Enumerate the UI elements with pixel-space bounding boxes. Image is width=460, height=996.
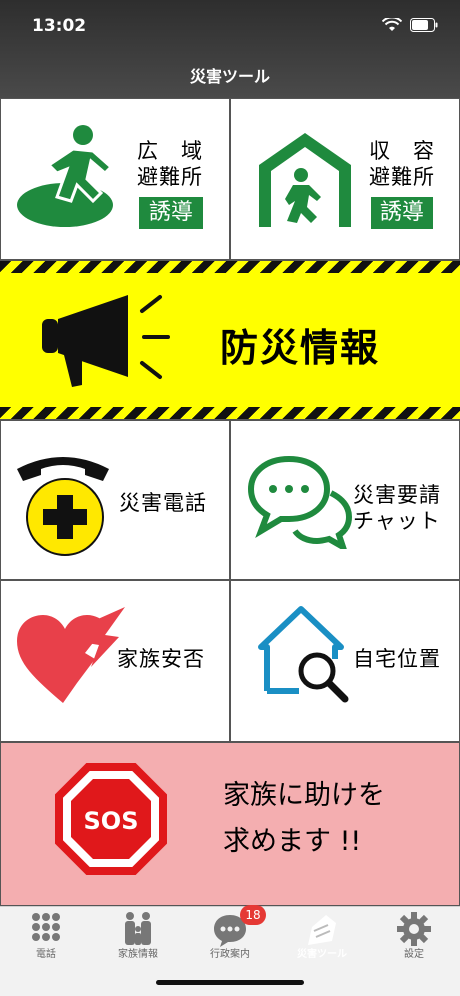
disaster-info-label: 防災情報 xyxy=(220,326,381,370)
wide-evacuation-tile[interactable]: 広 域 避難所 誘導 xyxy=(0,98,230,260)
home-location-tile[interactable]: 自宅位置 xyxy=(230,580,460,742)
disaster-phone-label: 災害電話 xyxy=(119,491,207,515)
hazard-stripe-top xyxy=(0,261,460,273)
rescue-chat-tile[interactable]: 災害要請 チャット xyxy=(230,420,460,580)
disaster-tools-screen: 13:02 災害ツール 広 域 避難所 誘導 収 容 避難所 誘導 防災情報 災… xyxy=(0,0,460,996)
page-title: 災害ツール xyxy=(189,67,270,86)
phone-cross-icon xyxy=(17,457,109,556)
tab-disaster-tools[interactable]: 災害ツール xyxy=(276,907,368,967)
disaster-phone-tile[interactable]: 災害電話 xyxy=(0,420,230,580)
tab-disaster-tools-label: 災害ツール xyxy=(297,949,347,960)
tab-settings-label: 設定 xyxy=(404,949,424,960)
tab-family-info[interactable]: 家族情報 xyxy=(92,907,184,967)
disaster-info-banner[interactable]: 防災情報 xyxy=(0,260,460,420)
shelter-guide-badge: 誘導 xyxy=(371,197,433,229)
status-icons xyxy=(382,18,438,32)
shelter-line2: 避難所 xyxy=(369,165,435,189)
tab-settings[interactable]: 設定 xyxy=(368,907,460,967)
sos-message: 家族に助けを 求めます !! xyxy=(223,773,385,865)
wifi-icon xyxy=(382,18,402,31)
home-indicator[interactable] xyxy=(156,980,304,985)
sos-line2: 求めます !! xyxy=(223,826,362,857)
hazard-stripe-bottom xyxy=(0,407,460,419)
keypad-icon xyxy=(32,913,60,941)
sos-line1: 家族に助けを xyxy=(223,780,385,811)
tab-phone[interactable]: 電話 xyxy=(0,907,92,967)
sos-tile[interactable]: SOS 家族に助けを 求めます !! xyxy=(0,742,460,906)
shelter-house-icon xyxy=(259,133,351,227)
tab-family-info-label: 家族情報 xyxy=(118,949,158,960)
home-location-label: 自宅位置 xyxy=(353,647,441,671)
shelter-line1: 収 容 xyxy=(369,139,435,163)
battery-icon xyxy=(410,18,438,32)
sos-stop-sign-icon: SOS xyxy=(55,763,167,875)
running-person-evac-icon xyxy=(17,125,114,227)
header: 13:02 災害ツール xyxy=(0,0,460,98)
family-safety-tile[interactable]: 家族安否 xyxy=(0,580,230,742)
tab-admin-guide-label: 行政案内 xyxy=(210,949,250,960)
gear-icon xyxy=(397,912,431,946)
rescue-chat-line2: チャット xyxy=(353,509,441,533)
wide-evac-guide-badge: 誘導 xyxy=(139,197,203,229)
house-search-icon xyxy=(258,606,349,703)
wide-evac-line1: 広 域 xyxy=(137,139,203,163)
wide-evac-line2: 避難所 xyxy=(137,165,203,189)
rescue-chat-line1: 災害要請 xyxy=(353,483,441,507)
status-time: 13:02 xyxy=(32,16,87,36)
tab-phone-label: 電話 xyxy=(36,949,56,960)
family-icon xyxy=(125,912,151,945)
family-safety-label: 家族安否 xyxy=(117,647,205,671)
collapsed-house-icon xyxy=(308,915,336,945)
megaphone-icon xyxy=(42,295,170,387)
shelter-tile[interactable]: 収 容 避難所 誘導 xyxy=(230,98,460,260)
chat-bubbles-icon xyxy=(247,455,353,549)
broken-heart-icon xyxy=(17,607,125,703)
notification-badge: 18 xyxy=(240,905,266,925)
sos-icon-text: SOS xyxy=(84,807,139,835)
